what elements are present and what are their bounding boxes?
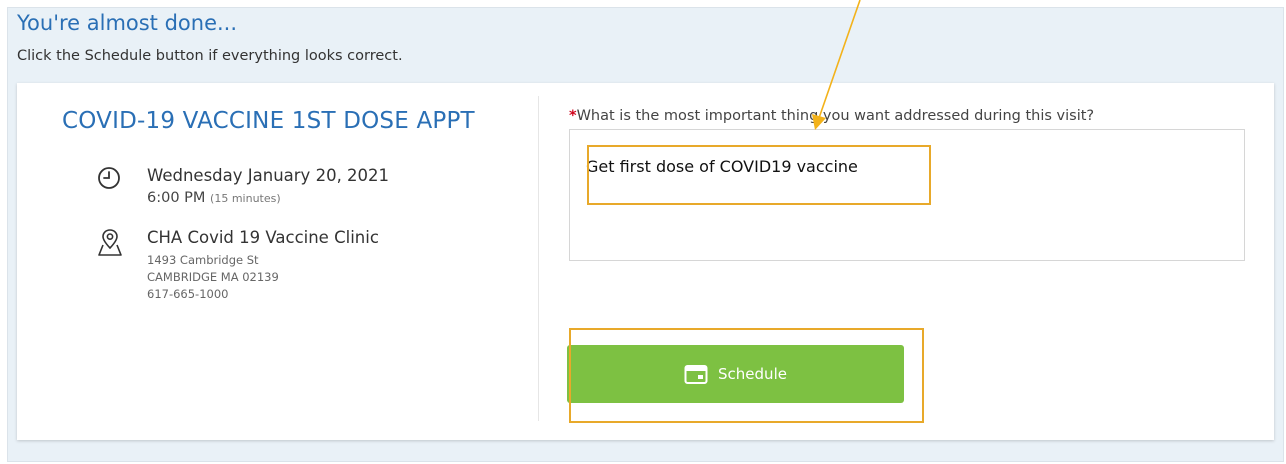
annotation-arrow-icon — [812, 0, 861, 130]
